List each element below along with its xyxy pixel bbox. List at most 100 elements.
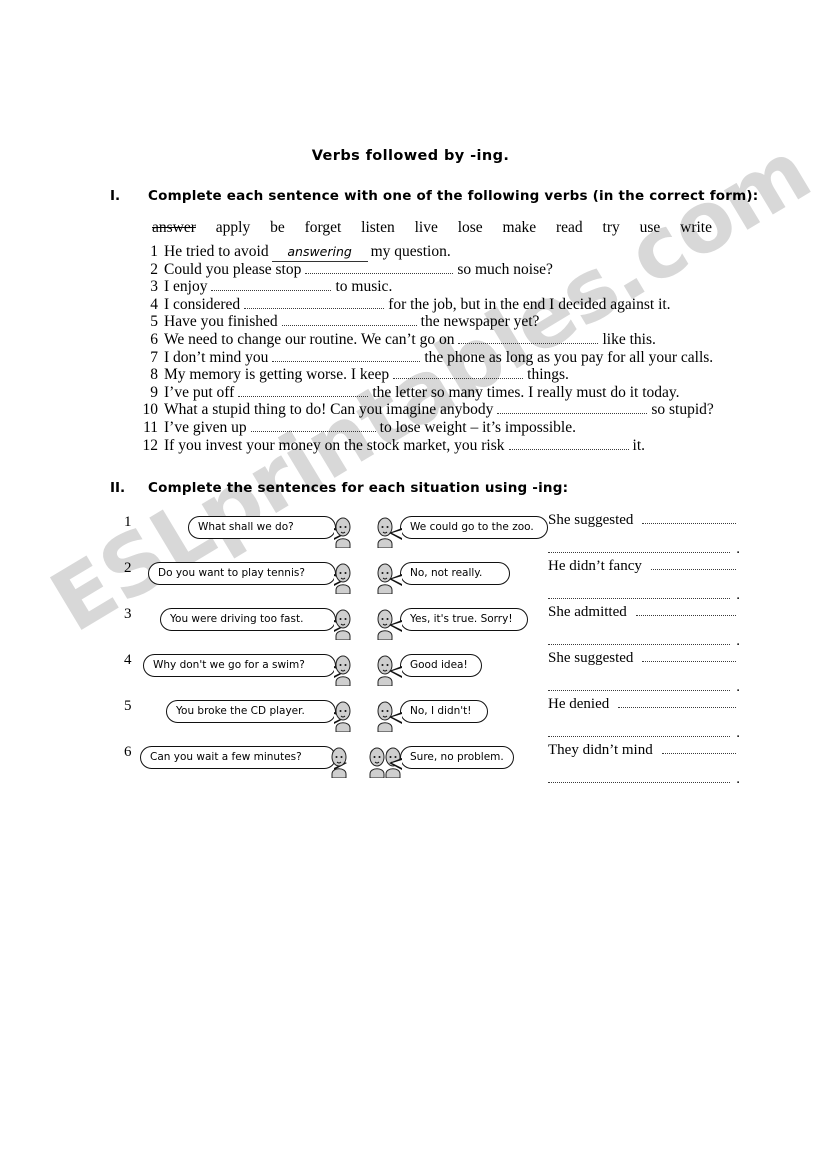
answer-blank[interactable] xyxy=(281,314,417,327)
word-bank: answer apply be forget listen live lose make rea… xyxy=(152,219,712,237)
speech-bubble-right: Yes, it's true. Sorry! xyxy=(400,608,528,631)
dialogue-number: 4 xyxy=(124,652,132,668)
item-number: 5 xyxy=(150,313,158,331)
answer-blank[interactable] xyxy=(238,385,369,397)
speech-bubble-left: What shall we do? xyxy=(188,516,336,539)
word-bank-item: use xyxy=(639,219,661,236)
answer-blank[interactable] xyxy=(635,604,736,616)
speech-bubble-left: Why don't we go for a swim? xyxy=(143,654,336,677)
sentence-after-blank: like this. xyxy=(602,330,656,348)
answer-blank[interactable] xyxy=(272,350,421,362)
answer-blank[interactable] xyxy=(305,262,454,274)
sentence-after-blank: the phone as long as you pay for all you… xyxy=(424,348,714,366)
speech-bubble-left: You were driving too fast. xyxy=(160,608,336,631)
character-face-icon xyxy=(330,558,356,599)
filled-answer[interactable]: answering xyxy=(271,243,368,262)
item-number: 7 xyxy=(150,348,158,366)
item-number: 2 xyxy=(150,260,158,278)
exercise-1-row: 8 My memory is getting worse. I keep thing… xyxy=(136,366,736,384)
exercise-1-row: 5 Have you finished the newspaper yet? xyxy=(136,313,736,331)
answer-block: He denied. xyxy=(548,696,740,742)
item-number: 8 xyxy=(150,366,158,384)
character-face-icon xyxy=(330,650,356,691)
item-number: 3 xyxy=(150,278,158,296)
answer-blank[interactable] xyxy=(211,279,332,292)
answer-prompt-line: She suggested xyxy=(548,512,740,529)
speech-bubble-right: Good idea! xyxy=(400,654,482,677)
speech-bubble-right-tail xyxy=(389,528,402,540)
sentence-after-blank: things. xyxy=(527,366,569,384)
sentence-after-blank: so much noise? xyxy=(457,260,553,278)
exercise-1-row: 7 I don’t mind you the phone as long as yo… xyxy=(136,349,736,367)
sentence-after-blank: so stupid? xyxy=(651,401,714,419)
item-number: 4 xyxy=(150,295,158,313)
section-1-numeral: I. xyxy=(110,188,121,204)
character-face-icon xyxy=(330,696,356,737)
sentence-after-blank: for the job, but in the end I decided ag… xyxy=(388,295,671,313)
exercise-1-row: 6 We need to change our routine. We can’t… xyxy=(136,331,736,349)
answer-block: She suggested. xyxy=(548,512,740,558)
sentence-before-blank: What a stupid thing to do! Can you imagi… xyxy=(164,401,494,419)
answer-blank[interactable] xyxy=(642,512,736,524)
answer-blank[interactable] xyxy=(244,297,385,309)
answer-blank[interactable] xyxy=(548,633,731,645)
item-number: 10 xyxy=(142,401,159,419)
item-number: 11 xyxy=(143,418,158,436)
exercise-1-row: 10 What a stupid thing to do! Can you ima… xyxy=(136,401,736,419)
answer-blank[interactable] xyxy=(642,650,736,662)
sentence-after-blank: to lose weight – it’s impossible. xyxy=(379,418,576,436)
answer-blank[interactable] xyxy=(508,438,629,450)
answer-blank[interactable] xyxy=(650,558,736,570)
answer-prompt-label: He didn’t fancy xyxy=(548,558,642,574)
speech-bubble-left: You broke the CD player. xyxy=(166,700,336,723)
answer-block: She admitted. xyxy=(548,604,740,650)
word-bank-item: forget xyxy=(304,219,342,236)
answer-blank[interactable] xyxy=(548,541,731,553)
section-1-heading: Complete each sentence with one of the f… xyxy=(148,188,759,204)
answer-block: He didn’t fancy. xyxy=(548,558,740,604)
answer-blank[interactable] xyxy=(548,587,731,599)
answer-blank[interactable] xyxy=(393,367,524,380)
word-bank-item: live xyxy=(414,219,438,236)
character-face-icon xyxy=(326,742,352,783)
dialogue-number: 3 xyxy=(124,606,132,622)
answer-prompt-line: He didn’t fancy xyxy=(548,558,740,575)
answer-block: They didn’t mind. xyxy=(548,742,740,788)
sentence-after-blank: the newspaper yet? xyxy=(420,313,540,331)
answer-blank[interactable] xyxy=(250,420,376,432)
exercise-1-row: 2 Could you please stop so much noise? xyxy=(136,261,736,279)
speech-bubble-right: No, I didn't! xyxy=(400,700,488,723)
answer-prompt-label: She suggested xyxy=(548,512,634,528)
word-bank-item: write xyxy=(680,219,712,236)
answer-blank[interactable] xyxy=(661,742,736,754)
sentence-before-blank: I don’t mind you xyxy=(164,348,269,366)
answer-blank[interactable] xyxy=(618,696,736,708)
answer-prompt-line: She suggested xyxy=(548,650,740,667)
exercise-1-row: 4 I considered for the job, but in the end… xyxy=(136,296,736,314)
answer-blank[interactable] xyxy=(548,679,731,691)
answer-blank[interactable] xyxy=(548,725,731,737)
item-number: 12 xyxy=(142,436,159,454)
sentence-after-blank: my question. xyxy=(370,243,451,260)
sentence-before-blank: He tried to avoid xyxy=(164,243,269,260)
sentence-before-blank: Have you finished xyxy=(164,313,278,331)
word-bank-item: apply xyxy=(215,219,251,236)
sentence-before-blank: I enjoy xyxy=(164,278,208,296)
speech-bubble-left: Can you wait a few minutes? xyxy=(140,746,336,769)
word-bank-item: read xyxy=(555,219,583,236)
exercise-1-row: 12 If you invest your money on the stock … xyxy=(136,437,736,455)
speech-bubble-left: Do you want to play tennis? xyxy=(148,562,336,585)
answer-blank[interactable] xyxy=(458,332,599,344)
character-face-icon xyxy=(330,512,356,553)
answer-prompt-line: They didn’t mind xyxy=(548,742,740,759)
item-number: 1 xyxy=(150,243,158,260)
exercise-1-row: 9 I’ve put off the letter so many times. I… xyxy=(136,384,736,402)
answer-blank[interactable] xyxy=(548,771,731,783)
speech-bubble-right-tail xyxy=(389,758,402,770)
speech-bubble-right: We could go to the zoo. xyxy=(400,516,548,539)
answer-prompt-label: They didn’t mind xyxy=(548,742,653,758)
answer-prompt-line: She admitted xyxy=(548,604,740,621)
answer-period: . xyxy=(736,771,740,787)
answer-blank[interactable] xyxy=(497,402,648,415)
word-bank-item: try xyxy=(602,219,620,236)
